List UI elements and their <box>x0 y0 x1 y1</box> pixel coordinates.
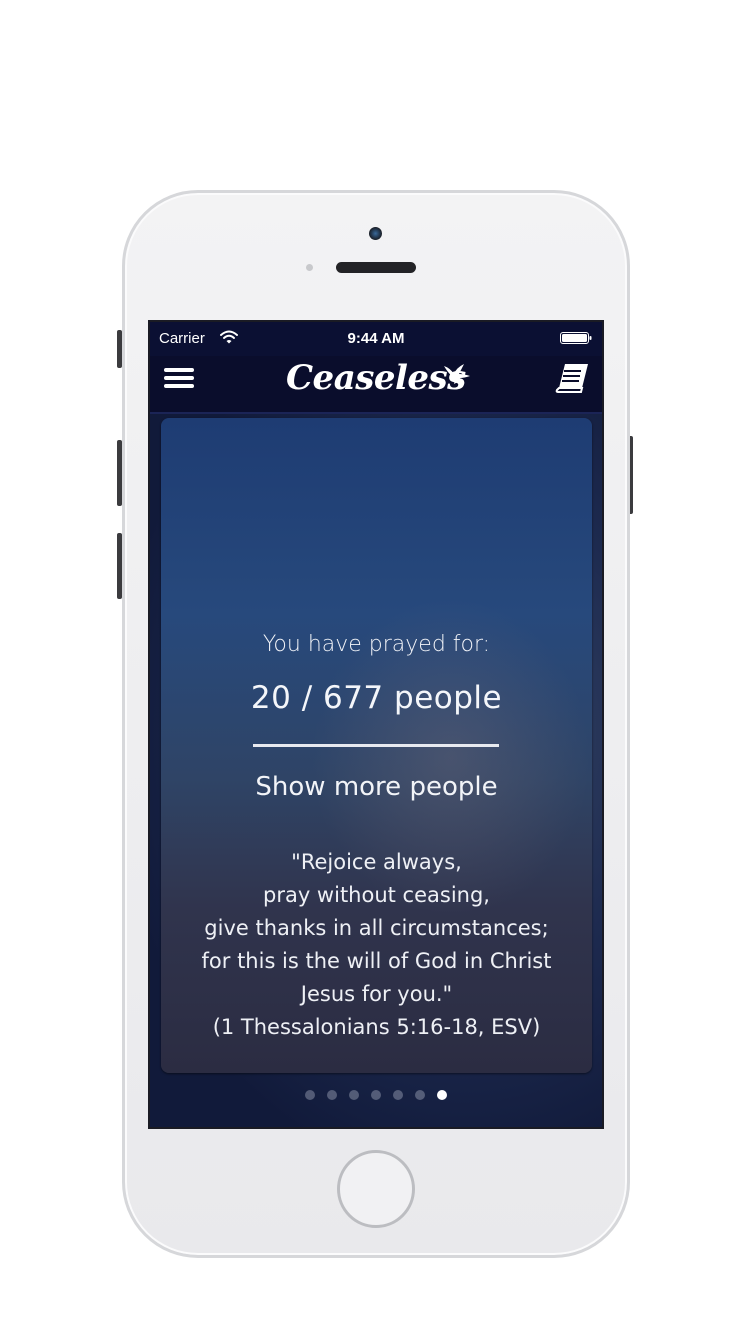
navigation-bar: Ceaseless <box>150 356 602 414</box>
prayer-count: 20 / 677 people <box>250 680 503 716</box>
divider-progress-bar <box>253 744 499 747</box>
verse-line: "Rejoice always, <box>291 850 462 874</box>
dove-icon <box>444 364 470 384</box>
prayed-for-label: You have prayed for: <box>262 632 491 657</box>
verse-line: (1 Thessalonians 5:16-18, ESV) <box>212 1015 541 1039</box>
verse-line: pray without ceasing, <box>263 883 490 907</box>
content-area: You have prayed for: 20 / 677 people Sho… <box>150 414 602 1127</box>
device-mockup: Carrier 9:44 AM Ceaseless You have praye… <box>0 0 750 1334</box>
show-more-people-button[interactable]: Show more people <box>161 772 592 802</box>
page-dot[interactable] <box>349 1090 359 1100</box>
progress-card: You have prayed for: 20 / 677 people Sho… <box>161 418 592 1073</box>
verse-line: give thanks in all circumstances; <box>204 916 549 940</box>
clock: 9:44 AM <box>347 330 405 347</box>
menu-icon[interactable] <box>162 363 196 393</box>
earpiece-speaker <box>336 262 416 273</box>
progress-fill <box>253 744 499 747</box>
app-logo: Ceaseless <box>280 358 480 408</box>
page-dot[interactable] <box>371 1090 381 1100</box>
scripture-verse: "Rejoice always, pray without ceasing, giv… <box>161 846 592 1044</box>
page-indicator[interactable] <box>150 1090 602 1104</box>
phone-screen: Carrier 9:44 AM Ceaseless You have praye… <box>148 320 604 1129</box>
book-icon[interactable] <box>555 362 591 396</box>
battery-icon <box>560 332 592 344</box>
front-camera <box>369 227 382 240</box>
verse-line: for this is the will of God in Christ <box>201 949 552 973</box>
app-name: Ceaseless <box>286 358 466 398</box>
proximity-sensor <box>306 264 313 271</box>
page-dot[interactable] <box>415 1090 425 1100</box>
page-dot[interactable] <box>437 1090 447 1100</box>
page-dot[interactable] <box>393 1090 403 1100</box>
verse-line: Jesus for you." <box>300 982 453 1006</box>
page-dot[interactable] <box>305 1090 315 1100</box>
page-dot[interactable] <box>327 1090 337 1100</box>
home-button[interactable] <box>337 1150 415 1228</box>
status-bar: Carrier 9:44 AM <box>150 322 602 356</box>
